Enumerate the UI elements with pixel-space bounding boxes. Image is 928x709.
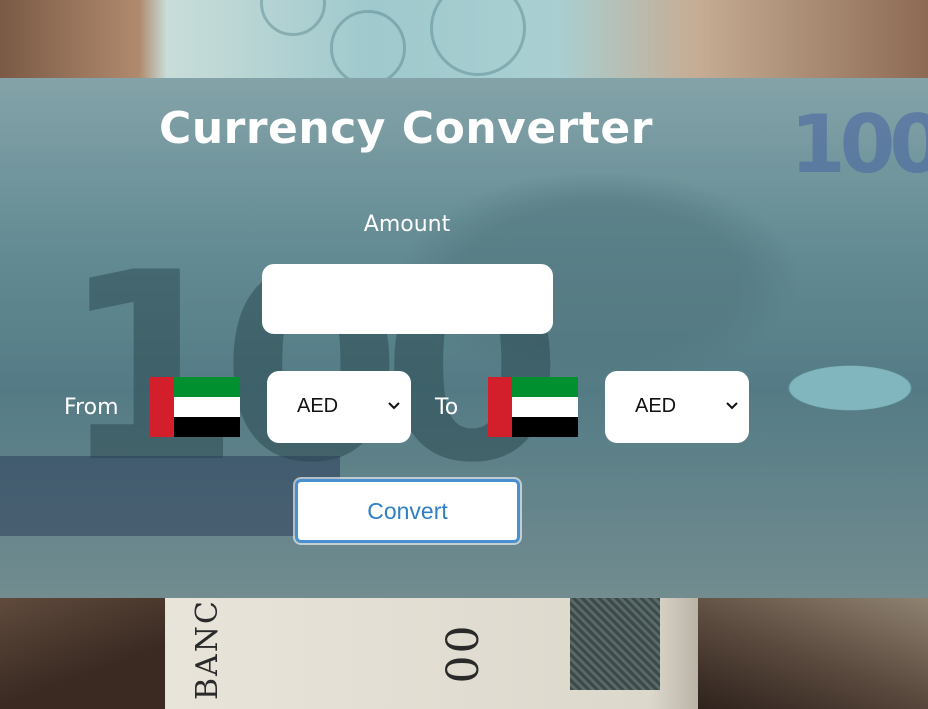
- chevron-down-icon: [388, 402, 400, 410]
- from-label: From: [64, 395, 119, 420]
- uae-flag-icon: [488, 377, 578, 437]
- to-currency-select[interactable]: AED: [605, 371, 749, 443]
- to-currency-value: AED: [635, 395, 677, 417]
- to-label: To: [435, 395, 459, 420]
- convert-button[interactable]: Convert: [295, 479, 520, 543]
- amount-input[interactable]: [262, 264, 553, 334]
- amount-label: Amount: [363, 212, 451, 237]
- chevron-down-icon: [726, 402, 738, 410]
- uae-flag-icon: [150, 377, 240, 437]
- from-currency-value: AED: [297, 395, 339, 417]
- from-currency-select[interactable]: AED: [267, 371, 411, 443]
- page-title: Currency Converter: [159, 103, 653, 154]
